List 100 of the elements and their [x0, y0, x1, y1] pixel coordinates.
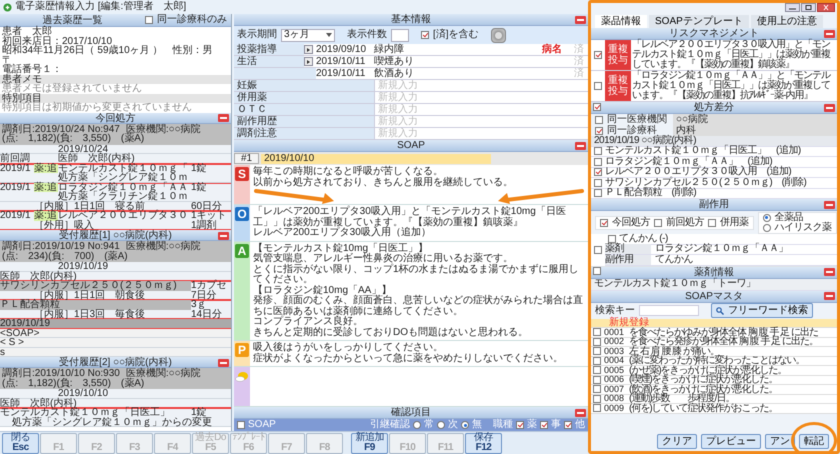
radio-button[interactable] [413, 421, 421, 429]
record-tab[interactable]: #1 [234, 153, 260, 164]
patient-info-text: 〒 [1, 56, 12, 65]
drug-info-text: モンテルカスト錠１０ｍｇ「トーワ」 [594, 279, 756, 289]
doctor-text: 医師 次郎(内科) [0, 398, 77, 408]
round-button[interactable] [490, 28, 506, 42]
period-dropdown[interactable]: 3ヶ月 [281, 28, 335, 42]
item-code: 0003 [604, 346, 626, 356]
usage-text: ［内服］1日1回 寝る前 [34, 202, 146, 211]
search-field[interactable] [639, 305, 699, 316]
action-button[interactable]: アン [765, 434, 795, 449]
value-field: 内科 [673, 125, 837, 136]
template-text: (喫煙)をきっかけに症状が悪化した。 [629, 375, 778, 384]
function-key-button[interactable]: 保存 F12 [465, 433, 502, 454]
checkbox[interactable] [595, 116, 603, 124]
checkbox[interactable] [540, 421, 548, 429]
item-code: 0004 [604, 356, 626, 366]
checkbox[interactable] [593, 404, 601, 412]
done-mark: 済 [573, 68, 585, 79]
checkbox[interactable] [600, 218, 608, 226]
info-text: 調剤日:2019/10/24 No:947 [2, 124, 120, 134]
action-button[interactable]: プレビュー [701, 434, 761, 449]
search-button[interactable]: フリーワード検索 [711, 303, 813, 318]
maximize-icon[interactable] [801, 3, 816, 12]
field-value: ロラタジン錠１０ｍｇ「ＡＡ」 [654, 244, 788, 254]
checkbox[interactable] [516, 421, 524, 429]
collapse-icon[interactable] [824, 104, 835, 112]
collapse-icon[interactable] [824, 268, 835, 276]
collapse-icon[interactable] [824, 30, 835, 38]
count-field[interactable] [391, 28, 409, 42]
date-text: 2019/1 [0, 211, 32, 220]
checkbox[interactable] [593, 267, 601, 276]
search-icon [716, 306, 724, 314]
collapse-icon[interactable] [824, 200, 835, 208]
checkbox[interactable] [594, 147, 602, 156]
soap-note-line: レルベア200エリプタ30吸入用（追加） [253, 228, 432, 238]
info-text: (点: 1,182)(負: 3,550) (薬A) [2, 378, 144, 388]
template-text: (何を)していて症状発作がおこった。 [629, 404, 778, 413]
checkbox-label: 同一医療機関 [607, 114, 667, 125]
row-label: 妊娠 [234, 80, 374, 92]
template-text: (運動)歩数 歩程度/日。 [629, 394, 734, 404]
checkbox[interactable] [564, 421, 572, 429]
collapse-icon[interactable] [218, 114, 229, 122]
checkbox[interactable] [594, 189, 602, 198]
checkbox[interactable] [593, 385, 601, 394]
tab[interactable]: 使用上の注意 [750, 15, 823, 28]
collapse-icon[interactable] [575, 408, 586, 416]
radio-button[interactable] [461, 421, 469, 429]
checkbox[interactable] [594, 51, 602, 59]
close-icon[interactable] [817, 3, 835, 12]
checkbox[interactable] [593, 328, 601, 336]
checkbox[interactable] [593, 347, 601, 356]
collapse-icon[interactable] [824, 292, 835, 300]
section-title: SOAPマスタ [685, 290, 743, 302]
checkbox[interactable] [594, 168, 602, 176]
function-key-button[interactable]: 閉る Esc [2, 433, 39, 454]
drug-change-text: レルベア２００エリプタ３０吸入用 (追加) [605, 167, 792, 178]
radio-button[interactable] [762, 224, 770, 232]
section-title: 確認項目 [391, 407, 431, 418]
checkbox[interactable] [594, 178, 602, 187]
checkbox[interactable] [595, 126, 603, 134]
checkbox[interactable] [708, 218, 716, 226]
checkbox-label: 前回処方 [666, 218, 704, 228]
collapse-icon[interactable] [575, 16, 586, 24]
soap-note-line: 気管支喘息、アレルギー性鼻炎の治療に用いるお薬です。 [253, 254, 514, 264]
patient-info-text: 昭和34年11月26日（ 59歳10ヶ月 ） 性別：男 [1, 46, 214, 56]
date-text: 2019/10/24 [58, 144, 108, 154]
checkbox[interactable] [593, 102, 601, 111]
checkbox[interactable] [145, 16, 153, 24]
checkbox[interactable] [594, 246, 602, 254]
checkbox[interactable] [654, 218, 662, 226]
field-label: 患者メモ [0, 74, 231, 84]
minimize-icon[interactable] [785, 3, 800, 12]
checkbox[interactable] [608, 234, 616, 243]
soap-note-line: 吸入後はうがいをしっかりしてください。 [253, 343, 444, 353]
radio-button[interactable] [762, 214, 770, 222]
checkbox-label: 併用薬 [720, 218, 748, 228]
checkbox[interactable] [594, 82, 602, 90]
quantity-text: 1調剤 [191, 220, 218, 230]
action-button[interactable]: 転記 [799, 434, 829, 449]
collapse-icon[interactable] [218, 358, 229, 366]
info-text: 調剤日:2019/10/10 No:930 [2, 369, 120, 378]
collapse-icon[interactable] [575, 142, 586, 150]
action-button[interactable]: クリア [657, 434, 697, 449]
tab[interactable]: SOAPテンプレート [649, 15, 749, 28]
done-mark: 済 [573, 44, 585, 55]
drug-change-text: ロラタジン錠１０ｍｇ「ＡＡ」 (追加) [605, 156, 772, 167]
quantity-text: 1錠 [191, 182, 208, 192]
checkbox-label: 同一診療科 [607, 125, 657, 136]
checkbox[interactable] [421, 31, 429, 39]
soap-note-line: 【ロラタジン錠10mg「AA」】 [253, 286, 392, 296]
function-key-button[interactable]: 新追加 F9 [351, 433, 388, 454]
tab[interactable]: 薬品情報 [595, 15, 647, 28]
checkbox[interactable] [237, 421, 245, 429]
collapse-icon[interactable] [218, 232, 229, 240]
soap-text: s [0, 348, 6, 357]
radio-button[interactable] [437, 421, 445, 429]
checkbox[interactable] [593, 366, 601, 374]
checkbox[interactable] [594, 158, 602, 166]
patient-info-text: 患者メモは登録されていません [1, 84, 143, 94]
